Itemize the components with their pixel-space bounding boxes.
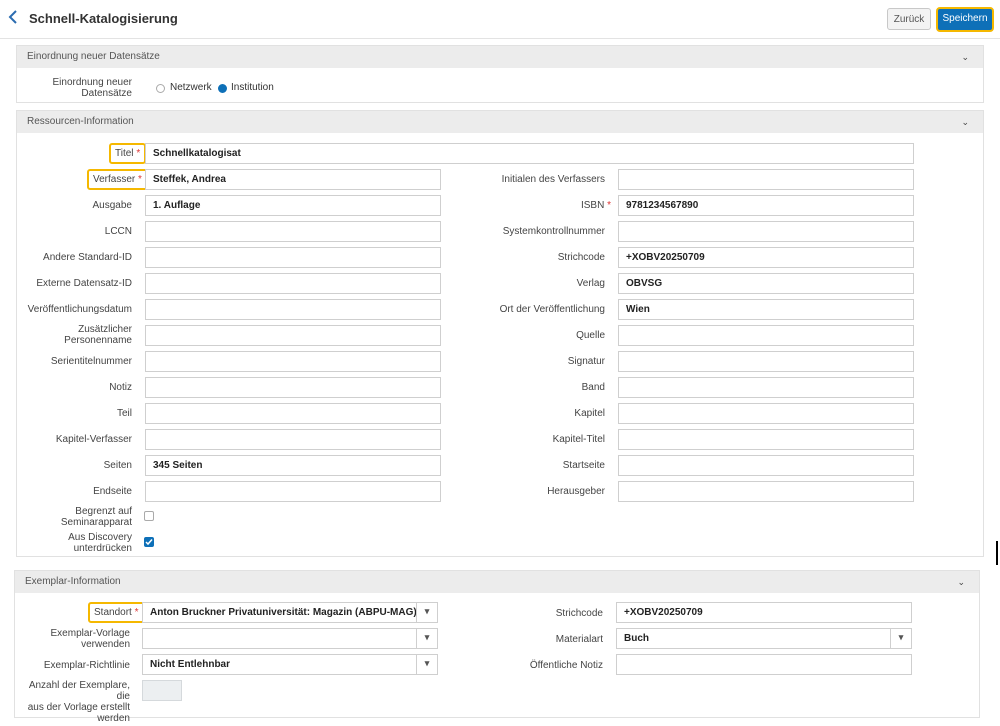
startseite-input[interactable] bbox=[618, 455, 914, 476]
standort-select[interactable]: Anton Bruckner Privatuniversität: Magazi… bbox=[142, 602, 438, 623]
seiten-input[interactable]: 345 Seiten bbox=[145, 455, 441, 476]
begrenzt-checkbox[interactable] bbox=[144, 511, 154, 521]
band-label: Band bbox=[581, 382, 605, 393]
einordnung-label: Einordnung neuer Datensätze bbox=[52, 77, 132, 99]
section-einordnung: Einordnung neuer Datensätze ⌄ bbox=[16, 45, 984, 103]
initialen-input[interactable] bbox=[618, 169, 914, 190]
endseite-input[interactable] bbox=[145, 481, 441, 502]
radio-institution[interactable] bbox=[218, 84, 227, 93]
strichcode-label: Strichcode bbox=[557, 252, 605, 263]
titel-input[interactable]: Schnellkatalogisat bbox=[145, 143, 914, 164]
verfasser-label: Verfasser * bbox=[87, 169, 148, 190]
ort-label: Ort der Veröffentlichung bbox=[499, 304, 605, 315]
check-icon bbox=[145, 539, 153, 546]
serientitelnummer-input[interactable] bbox=[145, 351, 441, 372]
veroeffentlichungsdatum-label: Veröffentlichungsdatum bbox=[27, 304, 132, 315]
kapitel-verfasser-input[interactable] bbox=[145, 429, 441, 450]
lccn-input[interactable] bbox=[145, 221, 441, 242]
caret-down-icon[interactable]: ▾ bbox=[416, 629, 437, 648]
begrenzt-label: Begrenzt auf Seminarapparat bbox=[60, 506, 132, 528]
zus-personenname-input[interactable] bbox=[145, 325, 441, 346]
signatur-label: Signatur bbox=[567, 356, 605, 367]
window-edge bbox=[996, 541, 998, 565]
kapitel-input[interactable] bbox=[618, 403, 914, 424]
vorlage-label: Exemplar-Vorlage verwenden bbox=[50, 628, 130, 650]
teil-input[interactable] bbox=[145, 403, 441, 424]
strichcode-input[interactable]: +XOBV20250709 bbox=[618, 247, 914, 268]
section-header[interactable]: Exemplar-Information ⌄ bbox=[15, 571, 979, 593]
initialen-label: Initialen des Verfassers bbox=[501, 174, 605, 185]
vorlage-select[interactable]: ▾ bbox=[142, 628, 438, 649]
materialart-label: Materialart bbox=[555, 634, 603, 645]
exemplar-strichcode-label: Strichcode bbox=[555, 608, 603, 619]
andere-standard-id-label: Andere Standard-ID bbox=[43, 252, 132, 263]
externe-datensatz-id-label: Externe Datensatz-ID bbox=[36, 278, 132, 289]
section-title: Einordnung neuer Datensätze bbox=[27, 51, 160, 62]
systemkontrollnummer-input[interactable] bbox=[618, 221, 914, 242]
chevron-down-icon[interactable]: ⌄ bbox=[961, 111, 969, 133]
oeffentliche-notiz-label: Öffentliche Notiz bbox=[529, 660, 603, 671]
oeffentliche-notiz-input[interactable] bbox=[616, 654, 912, 675]
discovery-checkbox[interactable] bbox=[144, 537, 154, 547]
systemkontrollnummer-label: Systemkontrollnummer bbox=[502, 226, 605, 237]
caret-down-icon[interactable]: ▾ bbox=[890, 629, 911, 648]
herausgeber-label: Herausgeber bbox=[547, 486, 605, 497]
verfasser-input[interactable]: Steffek, Andrea bbox=[145, 169, 441, 190]
anzahl-input[interactable] bbox=[142, 680, 182, 701]
caret-down-icon[interactable]: ▾ bbox=[416, 655, 437, 674]
anzahl-label: Anzahl der Exemplare, die aus der Vorlage… bbox=[27, 680, 130, 724]
exemplar-strichcode-input[interactable]: +XOBV20250709 bbox=[616, 602, 912, 623]
serientitelnummer-label: Serientitelnummer bbox=[50, 356, 132, 367]
herausgeber-input[interactable] bbox=[618, 481, 914, 502]
notiz-input[interactable] bbox=[145, 377, 441, 398]
ort-input[interactable]: Wien bbox=[618, 299, 914, 320]
discovery-label: Aus Discovery unterdrücken bbox=[68, 532, 132, 554]
chevron-down-icon[interactable]: ⌄ bbox=[957, 571, 965, 593]
titel-label: Titel * bbox=[109, 143, 147, 164]
veroeffentlichungsdatum-input[interactable] bbox=[145, 299, 441, 320]
section-header[interactable]: Ressourcen-Information ⌄ bbox=[17, 111, 983, 133]
kapitel-verfasser-label: Kapitel-Verfasser bbox=[55, 434, 132, 445]
caret-down-icon[interactable]: ▾ bbox=[416, 603, 437, 622]
richtlinie-label: Exemplar-Richtlinie bbox=[43, 660, 130, 671]
section-title: Exemplar-Information bbox=[25, 576, 121, 587]
band-input[interactable] bbox=[618, 377, 914, 398]
materialart-select[interactable]: Buch ▾ bbox=[616, 628, 912, 649]
signatur-input[interactable] bbox=[618, 351, 914, 372]
verlag-input[interactable]: OBVSG bbox=[618, 273, 914, 294]
kapitel-label: Kapitel bbox=[574, 408, 605, 419]
richtlinie-select[interactable]: Nicht Entlehnbar ▾ bbox=[142, 654, 438, 675]
back-button[interactable]: Zurück bbox=[887, 8, 931, 30]
page-title: Schnell-Katalogisierung bbox=[29, 11, 178, 26]
save-button[interactable]: Speichern bbox=[936, 7, 994, 32]
kapitel-titel-label: Kapitel-Titel bbox=[552, 434, 605, 445]
radio-netzwerk[interactable] bbox=[156, 84, 165, 93]
ausgabe-label: Ausgabe bbox=[92, 200, 132, 211]
kapitel-titel-input[interactable] bbox=[618, 429, 914, 450]
isbn-input[interactable]: 9781234567890 bbox=[618, 195, 914, 216]
lccn-label: LCCN bbox=[104, 226, 132, 237]
notiz-label: Notiz bbox=[109, 382, 132, 393]
section-header[interactable]: Einordnung neuer Datensätze ⌄ bbox=[17, 46, 983, 68]
radio-netzwerk-label: Netzwerk bbox=[170, 82, 212, 93]
quelle-label: Quelle bbox=[576, 330, 605, 341]
endseite-label: Endseite bbox=[93, 486, 132, 497]
isbn-label: ISBN * bbox=[580, 200, 611, 211]
ausgabe-input[interactable]: 1. Auflage bbox=[145, 195, 441, 216]
quelle-input[interactable] bbox=[618, 325, 914, 346]
chevron-down-icon[interactable]: ⌄ bbox=[961, 46, 969, 68]
zus-personenname-label: Zusätzlicher Personenname bbox=[64, 324, 132, 346]
section-title: Ressourcen-Information bbox=[27, 116, 134, 127]
standort-label: Standort * bbox=[88, 602, 145, 623]
externe-datensatz-id-input[interactable] bbox=[145, 273, 441, 294]
teil-label: Teil bbox=[116, 408, 132, 419]
chevron-left-icon[interactable] bbox=[8, 10, 22, 26]
radio-institution-label: Institution bbox=[231, 82, 274, 93]
startseite-label: Startseite bbox=[562, 460, 605, 471]
andere-standard-id-input[interactable] bbox=[145, 247, 441, 268]
verlag-label: Verlag bbox=[576, 278, 605, 289]
seiten-label: Seiten bbox=[103, 460, 132, 471]
